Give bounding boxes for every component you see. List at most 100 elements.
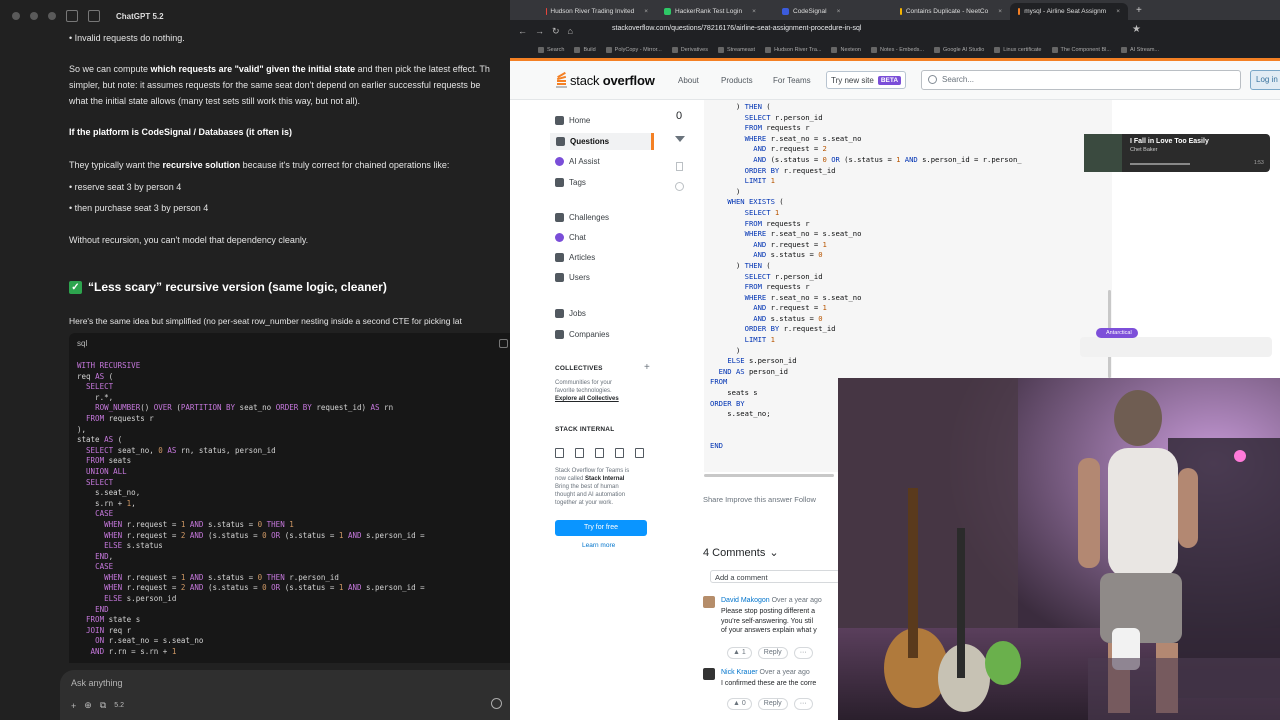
bookmark-item[interactable]: Hudson River Tra... bbox=[765, 47, 821, 53]
floating-assistant-bubble[interactable]: Antarctical bbox=[1080, 328, 1272, 357]
challenges-icon bbox=[555, 213, 564, 222]
comments-heading[interactable]: 4 Comments ⌄ bbox=[703, 546, 779, 560]
bookmark-item[interactable]: PolyCopy - Mirror... bbox=[605, 47, 662, 53]
bookmark-item[interactable]: Notes - Embeds... bbox=[870, 47, 924, 53]
bookmark-item[interactable]: Build bbox=[574, 47, 596, 53]
url-field[interactable]: stackoverflow.com/questions/78216176/air… bbox=[612, 25, 861, 32]
learn-more-link[interactable]: Learn more bbox=[582, 542, 615, 549]
track-progress[interactable] bbox=[1130, 163, 1190, 165]
reply-button[interactable]: Reply bbox=[757, 698, 788, 710]
tools-icon[interactable]: ⧉ bbox=[100, 700, 106, 711]
nav-products[interactable]: Products bbox=[721, 76, 753, 85]
nav-tags[interactable]: Tags bbox=[555, 178, 586, 187]
tab-hrt[interactable]: Hudson River Trading Invited × bbox=[538, 3, 656, 20]
nav-questions[interactable]: Questions bbox=[550, 133, 654, 150]
bookmarks-bar: Search Build PolyCopy - Mirror... Derivativ… bbox=[510, 42, 1280, 58]
model-selector[interactable]: ChatGPT 5.2 bbox=[116, 12, 164, 21]
sidebar-toggle-icon[interactable] bbox=[66, 10, 78, 22]
assistant-pill[interactable]: Antarctical bbox=[1096, 328, 1138, 338]
comment-time: Over a year ago bbox=[771, 597, 822, 604]
home-icon bbox=[555, 116, 564, 125]
comment-2: Nick Krauer Over a year ago I confirmed … bbox=[703, 668, 853, 718]
tab-neetcode[interactable]: Contains Duplicate - NeetCo × bbox=[892, 3, 1010, 20]
reload-icon[interactable]: ↻ bbox=[552, 26, 560, 37]
comment-time: Over a year ago bbox=[759, 669, 810, 676]
reply-button[interactable]: Reply bbox=[757, 647, 788, 659]
now-playing-widget[interactable]: I Fall in Love Too Easily Chet Baker 1:5… bbox=[1084, 134, 1270, 172]
tab-codesignal[interactable]: CodeSignal × bbox=[774, 3, 892, 20]
new-tab-icon[interactable]: + bbox=[1136, 5, 1142, 16]
voice-icon[interactable] bbox=[491, 698, 502, 709]
nav-challenges[interactable]: Challenges bbox=[555, 213, 609, 222]
nav-chat[interactable]: Chat bbox=[555, 233, 586, 242]
answer-actions[interactable]: Share Improve this answer Follow bbox=[703, 495, 816, 504]
check-icon bbox=[595, 448, 604, 458]
composer[interactable]: Ask anything + ⊕ ⧉ 5.2 bbox=[60, 670, 510, 720]
close-tab-icon[interactable]: × bbox=[837, 8, 841, 15]
comment-text: I confirmed these are the corre bbox=[721, 680, 817, 687]
bookmark-item[interactable]: Linux certificate bbox=[994, 47, 1042, 53]
bookmark-item[interactable]: Search bbox=[538, 47, 564, 53]
bookmark-item[interactable]: AI Stream... bbox=[1120, 47, 1159, 53]
bookmark-star-icon[interactable]: ★ bbox=[1132, 24, 1141, 35]
model-chip[interactable]: 5.2 bbox=[114, 702, 124, 709]
nav-jobs[interactable]: Jobs bbox=[555, 309, 586, 318]
home-icon[interactable]: ⌂ bbox=[568, 26, 573, 36]
track-title: I Fall in Love Too Easily bbox=[1130, 138, 1209, 145]
add-icon[interactable]: + bbox=[71, 701, 76, 711]
nav-for-teams[interactable]: For Teams bbox=[773, 76, 811, 85]
new-chat-icon[interactable] bbox=[88, 10, 100, 22]
comment-upvote[interactable]: ▲ 0 bbox=[727, 698, 752, 710]
downvote-icon[interactable] bbox=[675, 136, 685, 142]
minimize-window-dot[interactable] bbox=[30, 12, 38, 20]
comment-upvote[interactable]: ▲ 1 bbox=[727, 647, 752, 659]
comment-author[interactable]: David Makogon bbox=[721, 597, 770, 604]
tab-hackerrank[interactable]: HackerRank Test Login × bbox=[656, 3, 774, 20]
chart-icon bbox=[615, 448, 624, 458]
forward-icon[interactable]: → bbox=[535, 26, 544, 36]
bookmark-favicon-icon bbox=[1120, 47, 1127, 53]
close-tab-icon[interactable]: × bbox=[1116, 8, 1120, 15]
maximize-window-dot[interactable] bbox=[48, 12, 56, 20]
close-tab-icon[interactable]: × bbox=[752, 8, 756, 15]
comment-controls: ▲ 1 Reply ··· bbox=[727, 647, 813, 659]
bookmark-label: Notes - Embeds... bbox=[879, 47, 924, 53]
copy-icon[interactable] bbox=[499, 339, 508, 348]
so-search-input[interactable]: Search... bbox=[921, 70, 1241, 90]
try-for-free-button[interactable]: Try for free bbox=[555, 520, 647, 536]
bookmark-item[interactable]: Derivatives bbox=[671, 47, 708, 53]
so-logo-text: stack overflow bbox=[570, 72, 655, 88]
so-logo[interactable]: stack overflow bbox=[555, 71, 655, 88]
try-new-site-button[interactable]: Try new site BETA bbox=[826, 71, 907, 89]
close-tab-icon[interactable]: × bbox=[644, 8, 648, 15]
webcam-overlay bbox=[838, 378, 1280, 720]
more-options-icon[interactable]: ··· bbox=[793, 698, 813, 710]
nav-ai-assist[interactable]: AI Assist bbox=[555, 157, 600, 166]
globe-icon[interactable]: ⊕ bbox=[84, 700, 92, 711]
back-icon[interactable]: ← bbox=[518, 26, 527, 36]
bookmark-item[interactable]: Nexteon bbox=[831, 47, 861, 53]
close-window-dot[interactable] bbox=[12, 12, 20, 20]
beta-badge: BETA bbox=[877, 75, 902, 85]
add-comment-button[interactable]: Add a comment bbox=[710, 570, 840, 583]
close-tab-icon[interactable]: × bbox=[998, 8, 1002, 15]
bookmark-item[interactable]: The Component Bl... bbox=[1051, 47, 1111, 53]
more-options-icon[interactable]: ··· bbox=[793, 647, 813, 659]
comment-author[interactable]: Nick Krauer bbox=[721, 669, 758, 676]
nav-companies[interactable]: Companies bbox=[555, 330, 609, 339]
code-horizontal-scrollbar[interactable] bbox=[704, 474, 834, 477]
nav-home[interactable]: Home bbox=[555, 116, 590, 125]
login-button[interactable]: Log in bbox=[1250, 70, 1280, 90]
add-collective-icon[interactable]: + bbox=[644, 362, 650, 373]
tab-stackoverflow[interactable]: mysql - Airline Seat Assignm × bbox=[1010, 3, 1128, 20]
explore-collectives-link[interactable]: Explore all Collectives bbox=[555, 395, 645, 403]
bookmark-icon[interactable] bbox=[676, 162, 683, 171]
collectives-heading: COLLECTIVES bbox=[555, 365, 603, 372]
nav-about[interactable]: About bbox=[678, 76, 699, 85]
bookmark-favicon-icon bbox=[574, 47, 581, 53]
bookmark-item[interactable]: Streameast bbox=[717, 47, 755, 53]
nav-users[interactable]: Users bbox=[555, 273, 590, 282]
history-icon[interactable] bbox=[675, 182, 684, 191]
nav-articles[interactable]: Articles bbox=[555, 253, 595, 262]
bookmark-item[interactable]: Google AI Studio bbox=[934, 47, 984, 53]
